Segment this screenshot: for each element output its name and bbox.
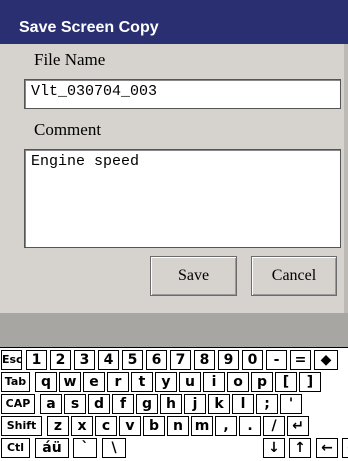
- key-lbracket[interactable]: [: [275, 372, 297, 392]
- keyboard-row: Esc 1 2 3 4 5 6 7 8 9 0- = ◆: [0, 350, 348, 372]
- key-enter[interactable]: ↵: [287, 416, 309, 436]
- key-quote[interactable]: ': [280, 394, 302, 414]
- comment-field[interactable]: Engine speed: [24, 149, 341, 248]
- key-k[interactable]: k: [208, 394, 230, 414]
- keyboard-row: Tab q w e r t y u i o p[]: [0, 372, 348, 394]
- cancel-button[interactable]: Cancel: [251, 256, 337, 296]
- dialog-edge: [344, 44, 348, 313]
- key-g[interactable]: g: [136, 394, 158, 414]
- key-x[interactable]: x: [71, 416, 93, 436]
- key-3[interactable]: 3: [74, 350, 95, 370]
- keyboard-row: CAP a s d f g h j k l; ': [0, 394, 348, 416]
- key-t[interactable]: t: [131, 372, 153, 392]
- key-left[interactable]: ←: [316, 438, 338, 458]
- keyboard-row: Ctláü`\ ↓↑←→: [0, 438, 348, 460]
- key-2[interactable]: 2: [50, 350, 71, 370]
- key-o[interactable]: o: [227, 372, 249, 392]
- soft-keyboard: Esc 1 2 3 4 5 6 7 8 9 0- = ◆ Tab q w e r t y u i o p[] CAP a s d f g h…: [0, 347, 348, 461]
- key-diamond[interactable]: ◆: [314, 350, 338, 370]
- key-p[interactable]: p: [251, 372, 273, 392]
- key-e[interactable]: e: [83, 372, 105, 392]
- key-backtick[interactable]: `: [73, 438, 97, 458]
- key-l[interactable]: l: [232, 394, 254, 414]
- key-accents[interactable]: áü: [35, 438, 69, 458]
- key-c[interactable]: c: [95, 416, 117, 436]
- key-y[interactable]: y: [155, 372, 177, 392]
- key-period[interactable]: .: [239, 416, 261, 436]
- dialog-title: Save Screen Copy: [19, 19, 159, 36]
- key-z[interactable]: z: [47, 416, 69, 436]
- key-s[interactable]: s: [64, 394, 86, 414]
- file-name-value: Vlt_030704_003: [31, 83, 158, 100]
- key-9[interactable]: 9: [218, 350, 239, 370]
- save-screen-copy-dialog: Save Screen Copy File Name Vlt_030704_00…: [0, 0, 348, 313]
- key-cap[interactable]: CAP: [1, 394, 35, 414]
- keyboard-row: Shift z x c v b n m,. / ↵: [0, 416, 348, 438]
- key-j[interactable]: j: [184, 394, 206, 414]
- key-h[interactable]: h: [160, 394, 182, 414]
- key-minus[interactable]: -: [266, 350, 287, 370]
- comment-value: Engine speed: [31, 153, 140, 170]
- key-ctl[interactable]: Ctl: [1, 438, 30, 458]
- key-6[interactable]: 6: [146, 350, 167, 370]
- file-name-label: File Name: [34, 50, 106, 69]
- dialog-body: File Name Vlt_030704_003 Comment Engine …: [17, 44, 348, 296]
- key-n[interactable]: n: [167, 416, 189, 436]
- status-strip: [0, 313, 348, 347]
- key-f[interactable]: f: [112, 394, 134, 414]
- key-b[interactable]: b: [143, 416, 165, 436]
- key-5[interactable]: 5: [122, 350, 143, 370]
- key-0[interactable]: 0: [242, 350, 263, 370]
- key-equals[interactable]: =: [290, 350, 311, 370]
- key-shift[interactable]: Shift: [1, 416, 42, 436]
- save-button[interactable]: Save: [150, 256, 237, 296]
- key-esc[interactable]: Esc: [1, 350, 22, 370]
- key-backslash[interactable]: \: [102, 438, 126, 458]
- key-v[interactable]: v: [119, 416, 141, 436]
- key-1[interactable]: 1: [26, 350, 47, 370]
- file-name-field[interactable]: Vlt_030704_003: [24, 79, 341, 109]
- key-down[interactable]: ↓: [263, 438, 285, 458]
- key-q[interactable]: q: [35, 372, 57, 392]
- key-d[interactable]: d: [88, 394, 110, 414]
- key-semicolon[interactable]: ;: [256, 394, 278, 414]
- key-8[interactable]: 8: [194, 350, 215, 370]
- key-rbracket[interactable]: ]: [299, 372, 321, 392]
- key-w[interactable]: w: [59, 372, 81, 392]
- key-up[interactable]: ↑: [289, 438, 311, 458]
- key-7[interactable]: 7: [170, 350, 191, 370]
- key-4[interactable]: 4: [98, 350, 119, 370]
- key-r[interactable]: r: [107, 372, 129, 392]
- comment-label: Comment: [34, 120, 102, 139]
- key-slash[interactable]: /: [263, 416, 285, 436]
- key-u[interactable]: u: [179, 372, 201, 392]
- key-i[interactable]: i: [203, 372, 225, 392]
- key-right[interactable]: →: [342, 438, 348, 458]
- key-comma[interactable]: ,: [215, 416, 237, 436]
- key-m[interactable]: m: [191, 416, 213, 436]
- title-bar: Save Screen Copy: [0, 0, 348, 44]
- key-a[interactable]: a: [40, 394, 62, 414]
- key-tab[interactable]: Tab: [1, 372, 30, 392]
